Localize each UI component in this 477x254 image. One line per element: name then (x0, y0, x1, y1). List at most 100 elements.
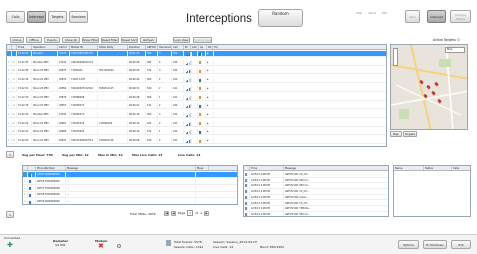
filter-button-lock-view[interactable]: Lock View (173, 37, 190, 43)
exit-link[interactable]: Exit (382, 11, 387, 15)
map-type-select[interactable]: Map (445, 47, 465, 53)
sms-col-header[interactable]: Mess (196, 166, 209, 170)
table-row[interactable]: ↓ ✆ 15:22:30 Telcel 20 MEX 20876 713068408 00:… (7, 94, 386, 101)
calls-col-header[interactable]: Time (17, 45, 32, 49)
random-panel[interactable]: Random (258, 9, 303, 27)
filter-button-online[interactable]: Online (10, 37, 24, 43)
calls-col-header[interactable]: Handover (158, 45, 172, 49)
table-row[interactable]: ↓ ✆ 15:22:20 Telcel 20 MEX 20871 334021000007… (7, 138, 386, 144)
calls-col-header[interactable]: LAC (191, 45, 199, 49)
calls-button[interactable]: Calls (6, 11, 25, 23)
sms-col-header[interactable]: PhoneNumber (36, 166, 66, 170)
filter-button-reset-sort[interactable]: Reset Sort (121, 37, 138, 43)
calls-col-header[interactable]: Duration (128, 45, 146, 49)
table-row[interactable]: ↓ ✆ 15:22:35 Movistar MEX 27013 3340300000201… (7, 59, 386, 66)
targets-button[interactable]: Targets (48, 11, 67, 23)
live-calls: Live Calls: 14 (178, 153, 201, 157)
filter-button-events[interactable]: Events (44, 37, 60, 43)
lac-indicator (198, 77, 206, 83)
arfcn: 520 (146, 85, 158, 91)
call-operator: Telcel 20 MEX (32, 129, 58, 135)
list-item[interactable]: ↓ 48756 5550000000... (23, 178, 237, 185)
calls-col-header[interactable]: Mobile ID (70, 45, 98, 49)
calls-col-header[interactable]: Operation (32, 45, 58, 49)
table-row[interactable]: ↓ ✆ 15:22:34 Telcel 20 MEX 20874 71305 1278 00… (7, 77, 386, 84)
prev-page-button[interactable]: ◀ (171, 210, 176, 216)
zoom-control[interactable] (393, 48, 398, 66)
tab-targets[interactable]: Targets (403, 131, 417, 137)
new-button[interactable]: New (405, 10, 420, 23)
about-link[interactable]: About (368, 11, 376, 15)
intercept-top-button[interactable]: Intercept (427, 10, 446, 23)
sms-col-header[interactable]: Message (66, 166, 196, 170)
page-number-input[interactable]: 1 (187, 210, 194, 216)
event-log-table[interactable]: Time Message 4/23/13 4:08 PM ARFCN 590: CP… (243, 165, 389, 217)
list-item[interactable]: ↓ 48758 5550000000... (23, 192, 237, 199)
targets-list[interactable]: Name Status Calls (393, 165, 471, 217)
change-status-button[interactable]: Change Status (450, 10, 471, 23)
calls-col-header[interactable]: Call Id (58, 45, 70, 49)
expand-button[interactable]: ↕ (6, 151, 14, 158)
filter-button-show-all[interactable]: Show All (62, 37, 80, 43)
status-dot-icon (199, 130, 202, 134)
calls-col-header[interactable]: ARFCN (146, 45, 158, 49)
mobile-id: 334020097152344 (70, 85, 98, 91)
call-id: 27013 (58, 59, 70, 65)
list-item[interactable]: ↓ 48755 0000000000... (23, 172, 237, 178)
filter-button-refresh[interactable]: Refresh (140, 37, 157, 43)
first-page-button[interactable]: |◀ (164, 210, 169, 216)
targets-col-header[interactable]: Calls (452, 166, 470, 170)
lac-indicator (198, 129, 206, 135)
sms-table[interactable]: PhoneNumber Message Mess ↓ 48755 0000000000… (22, 165, 238, 205)
map-view[interactable]: Map (390, 44, 468, 130)
handover: 2 (158, 85, 172, 91)
log-col-header[interactable]: Message (284, 166, 388, 170)
info-icon (245, 190, 248, 194)
filter-button-offline[interactable]: Offline (26, 37, 42, 43)
table-row[interactable]: ↓ ✆ 15:22:22 Telcel 20 MEX 20866 713034302 00:… (7, 129, 386, 136)
list-item[interactable]: ↓ 48759 0000000000... (23, 199, 237, 204)
total-smss: Total SMSs: 4876 (130, 212, 156, 216)
calls-col-header[interactable]: Ho (213, 45, 218, 49)
calls-col-header[interactable]: Cell (172, 45, 184, 49)
calls-col-header[interactable]: Br (184, 45, 191, 49)
table-row[interactable]: ↓ ✆ 15:22:28 Telcel 20 MEX 20857 713059273 00:… (7, 103, 386, 110)
sms-col-header[interactable] (28, 166, 36, 170)
signal-bars (185, 51, 192, 56)
options-button[interactable]: Options (398, 240, 419, 249)
filter-button-reset-filter[interactable]: Reset Filter (101, 37, 119, 43)
other-party (98, 51, 128, 56)
lac-indicator (198, 103, 206, 109)
hi-shutdown-button[interactable]: Hi Shutdown (423, 240, 447, 249)
other-party (98, 129, 128, 135)
sms-icon (28, 178, 36, 184)
table-row[interactable]: ↓ ✆ 15:22:35 Telcel 20 MEX 20875 71306421 5517… (7, 68, 386, 75)
sms-icon (28, 199, 36, 204)
speaker-icon: ▶ (206, 111, 214, 117)
table-row[interactable]: ↓ ✆ 15:22:35 Movistar 21075 214070057491175 00… (7, 51, 386, 57)
calls-table[interactable]: Time Operation Call Id Mobile ID Other Party… (6, 44, 387, 147)
sms-message: ... (66, 178, 196, 184)
targets-col-header[interactable]: Name (394, 166, 424, 170)
filter-button-unlock-view[interactable]: Unlock View (193, 37, 212, 43)
log-time: 4/23/13 4:08 PM (250, 206, 284, 211)
help-link[interactable]: Help (356, 11, 362, 15)
list-item[interactable]: ↓ 48757 5550000000... (23, 185, 237, 192)
table-row[interactable]: ↓ ✆ 15:22:26 Movistar MEX 27032 713056473 00:0… (7, 111, 386, 118)
next-page-button[interactable]: ▶ (204, 210, 210, 216)
calls-col-header[interactable]: Sp (199, 45, 207, 49)
expand-sms-button[interactable]: ↕ (6, 211, 14, 218)
table-row[interactable]: ↓ ✆ 15:22:32 Telcel 20 MEX 20852 334020097152… (7, 85, 386, 92)
log-col-header[interactable]: Time (250, 166, 284, 170)
filter-button-show-filter[interactable]: Show Filter (82, 37, 99, 43)
sessions-button[interactable]: Sessions (69, 11, 88, 23)
list-item[interactable]: 4/23/13 4:08 PM ARFCN 590: 850 Ch... (244, 211, 388, 216)
tab-map[interactable]: Map (390, 131, 402, 137)
call-duration: 00:00:06 (128, 138, 146, 143)
exit-button[interactable]: Exit (451, 240, 471, 249)
calls-col-header[interactable]: Other Party (98, 45, 128, 49)
targets-col-header[interactable]: Status (424, 166, 452, 170)
table-row[interactable]: ↓ ✆ 15:22:24 Telcel 20 MEX 20867 713025316 713… (7, 120, 386, 127)
sms-icon (28, 172, 36, 177)
intercept-button[interactable]: Intercept (27, 11, 46, 23)
